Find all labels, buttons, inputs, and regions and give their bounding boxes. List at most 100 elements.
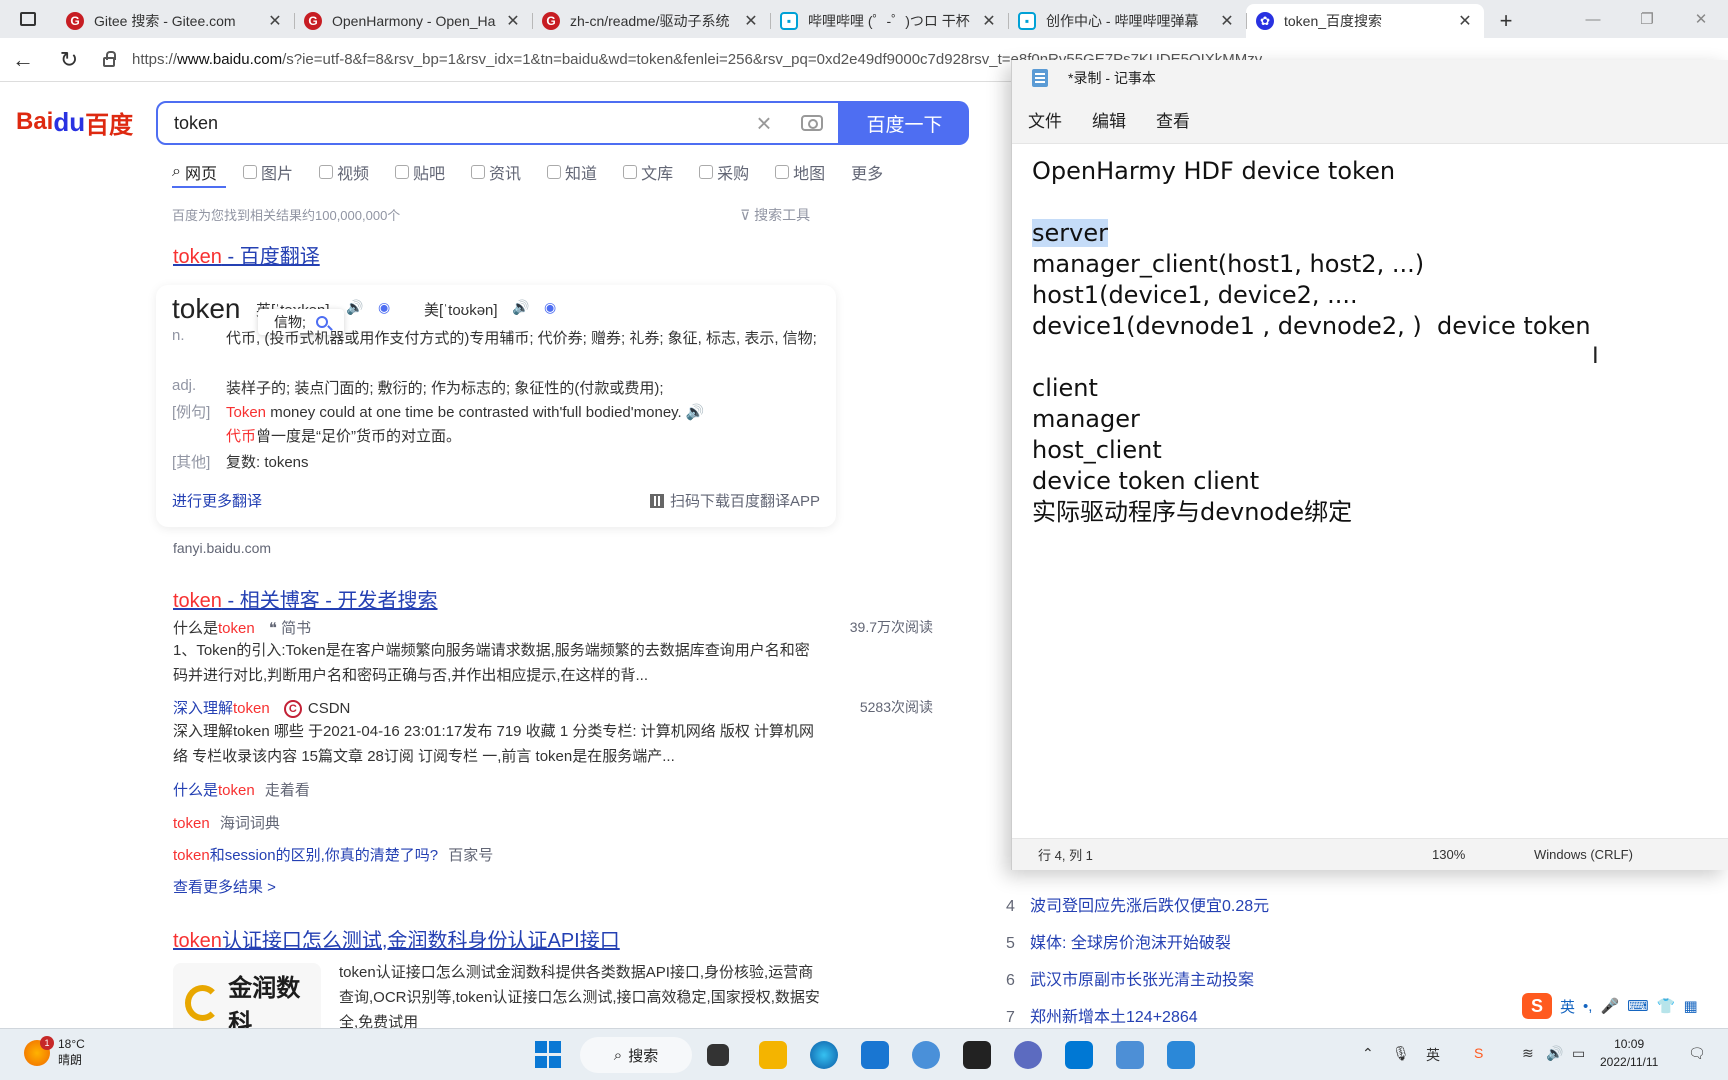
blog-item[interactable]: 什么是token ❝ 简书 39.7万次阅读: [173, 617, 933, 638]
see-more-link[interactable]: 查看更多结果 >: [173, 876, 276, 897]
taskbar-search[interactable]: ⌕ 搜索: [580, 1037, 692, 1073]
edge-icon[interactable]: [810, 1041, 838, 1069]
toolbox-icon: ▦: [1683, 998, 1698, 1015]
hotlist-item[interactable]: 5 媒体: 全球房价泡沫开始破裂: [1006, 929, 1231, 953]
tab-images[interactable]: 图片: [242, 160, 293, 184]
browser-tab-active[interactable]: ✿ token_百度搜索 ✕: [1246, 4, 1484, 38]
menu-edit[interactable]: 编辑: [1092, 107, 1126, 132]
related-link[interactable]: 什么是token 走着看: [173, 779, 310, 800]
tab-web[interactable]: ⌕ 网页: [172, 160, 217, 184]
notepad-taskbar-icon[interactable]: [1116, 1041, 1144, 1069]
browser-tab[interactable]: ▪ 哔哩哔哩 (゜-゜)つロ 干杯 ✕: [770, 4, 1008, 38]
speaker-icon[interactable]: 🔊: [346, 299, 364, 315]
notepad-menubar: 文件 编辑 查看: [1012, 96, 1728, 144]
play-icon[interactable]: ◉: [544, 299, 562, 315]
close-tab-icon[interactable]: ✕: [742, 11, 760, 31]
tab-more[interactable]: 更多: [851, 160, 883, 184]
notepad-text-area[interactable]: OpenHarmy HDF device token server manage…: [1032, 156, 1591, 528]
speaker-icon[interactable]: 🔊: [686, 404, 705, 421]
lock-icon[interactable]: [92, 51, 126, 67]
result-title[interactable]: token - 相关博客 - 开发者搜索: [173, 584, 437, 613]
new-tab-button[interactable]: +: [1484, 4, 1528, 38]
vscode-icon[interactable]: [1065, 1041, 1093, 1069]
bilibili-icon: ▪: [780, 12, 798, 30]
related-link[interactable]: token和session的区别,你真的清楚了吗? 百家号: [173, 844, 493, 865]
search-icon: ⌕: [172, 163, 181, 180]
hotlist-item[interactable]: 6 武汉市原副市长张光清主动投案: [1006, 966, 1254, 990]
camera-icon[interactable]: [786, 115, 838, 131]
tab-zhidao[interactable]: 知道: [547, 160, 597, 184]
text-line: host1(device1, device2, ....: [1032, 281, 1358, 309]
search-icon: ⌕: [613, 1046, 623, 1064]
store-icon[interactable]: [861, 1041, 889, 1069]
app-icon[interactable]: [963, 1041, 991, 1069]
taskbar: 1 18°C 晴朗 ⌕ 搜索 ⌃ 🎙 英 S ≋ 🔊 ▭ 10:09 2022/11/…: [0, 1028, 1728, 1080]
text-line: manager_client(host1, host2, ...): [1032, 250, 1425, 278]
close-window-icon[interactable]: ✕: [1674, 0, 1728, 38]
search-tabs: ⌕ 网页 图片 视频 贴吧 资讯 知道 文库 采购 地图 更多: [172, 160, 909, 184]
battery-icon[interactable]: ▭: [1572, 1045, 1585, 1062]
microphone-icon[interactable]: 🎙: [1392, 1045, 1410, 1062]
browser-tab[interactable]: G OpenHarmony - Open_Ha ✕: [294, 4, 532, 38]
more-translation-link[interactable]: 进行更多翻译: [172, 490, 262, 511]
close-tab-icon[interactable]: ✕: [980, 11, 998, 31]
tab-news[interactable]: 资讯: [471, 160, 521, 184]
tab-map[interactable]: 地图: [775, 160, 825, 184]
close-tab-icon[interactable]: ✕: [1456, 11, 1474, 31]
minimize-icon[interactable]: —: [1566, 0, 1620, 38]
chevron-up-icon[interactable]: ⌃: [1362, 1045, 1374, 1062]
search-button[interactable]: 百度一下: [840, 101, 969, 145]
maximize-icon[interactable]: ❐: [1620, 0, 1674, 38]
task-view-icon[interactable]: [707, 1044, 729, 1066]
wifi-icon[interactable]: ≋: [1522, 1045, 1534, 1062]
blog-item[interactable]: 深入理解token C CSDN 5283次阅读: [173, 697, 933, 719]
app-icon[interactable]: [1014, 1041, 1042, 1069]
tab-purchase[interactable]: 采购: [699, 160, 749, 184]
notification-icon[interactable]: 🗨: [1688, 1045, 1706, 1062]
question-icon: [547, 165, 562, 179]
play-icon[interactable]: ◉: [378, 299, 396, 315]
ime-toolbar[interactable]: S 英 •, 🎤 ⌨ 👕 ▦: [1522, 992, 1698, 1020]
browser-tab[interactable]: G Gitee 搜索 - Gitee.com ✕: [56, 4, 294, 38]
menu-file[interactable]: 文件: [1028, 107, 1062, 132]
chat-icon[interactable]: [912, 1041, 940, 1069]
volume-icon[interactable]: 🔊: [1546, 1045, 1563, 1062]
app-icon[interactable]: [1167, 1041, 1195, 1069]
baidu-logo[interactable]: Bai du 百度: [16, 100, 138, 144]
clear-icon[interactable]: ×: [742, 108, 786, 139]
search-tools-button[interactable]: ⊽ 搜索工具: [740, 205, 810, 225]
tab-tieba[interactable]: 贴吧: [395, 160, 445, 184]
close-tab-icon[interactable]: ✕: [1218, 11, 1236, 31]
clock[interactable]: 10:09 2022/11/11: [1600, 1035, 1658, 1071]
tab-actions-icon[interactable]: [0, 0, 56, 38]
ime-icon[interactable]: 英: [1426, 1045, 1440, 1065]
hotlist-item[interactable]: 4 波司登回应先涨后跌仅便宜0.28元: [1006, 892, 1269, 916]
sogou-tray-icon[interactable]: S: [1474, 1045, 1483, 1061]
speaker-icon[interactable]: 🔊: [512, 299, 530, 315]
download-app-link[interactable]: 扫码下载百度翻译APP: [649, 490, 820, 511]
close-tab-icon[interactable]: ✕: [266, 11, 284, 31]
definition-row: adj. 装样子的; 装点门面的; 敷衍的; 作为标志的; 象征性的(付款或费用)…: [172, 377, 664, 397]
windows-start-icon[interactable]: [535, 1041, 563, 1069]
cart-icon: [699, 165, 714, 179]
browser-tab[interactable]: ▪ 创作中心 - 哔哩哔哩弹幕 ✕: [1008, 4, 1246, 38]
tab-video[interactable]: 视频: [319, 160, 369, 184]
menu-view[interactable]: 查看: [1156, 107, 1190, 132]
result-title[interactable]: token - 百度翻译: [173, 240, 320, 269]
active-tab-indicator: [172, 186, 226, 188]
paw-icon: du: [53, 106, 86, 137]
browser-tab[interactable]: Gzh-cn/readme/驱动子系统 ✕: [532, 4, 770, 38]
back-button[interactable]: ←: [0, 38, 46, 82]
notepad-titlebar[interactable]: *录制 - 记事本: [1012, 60, 1728, 96]
file-explorer-icon[interactable]: [759, 1041, 787, 1069]
refresh-button[interactable]: ↻: [46, 38, 92, 82]
result-title[interactable]: token认证接口怎么测试,金润数科身份认证API接口: [173, 924, 620, 953]
hotlist-item[interactable]: 7 郑州新增本土124+2864: [1006, 1003, 1198, 1027]
result-source[interactable]: fanyi.baidu.com: [173, 540, 271, 556]
line-ending: Windows (CRLF): [1534, 847, 1633, 862]
tab-wenku[interactable]: 文库: [623, 160, 673, 184]
related-link[interactable]: token 海词词典: [173, 812, 280, 833]
weather-widget[interactable]: 1 18°C 晴朗: [24, 1035, 85, 1068]
search-input[interactable]: token ×: [156, 101, 840, 145]
close-tab-icon[interactable]: ✕: [504, 11, 522, 31]
